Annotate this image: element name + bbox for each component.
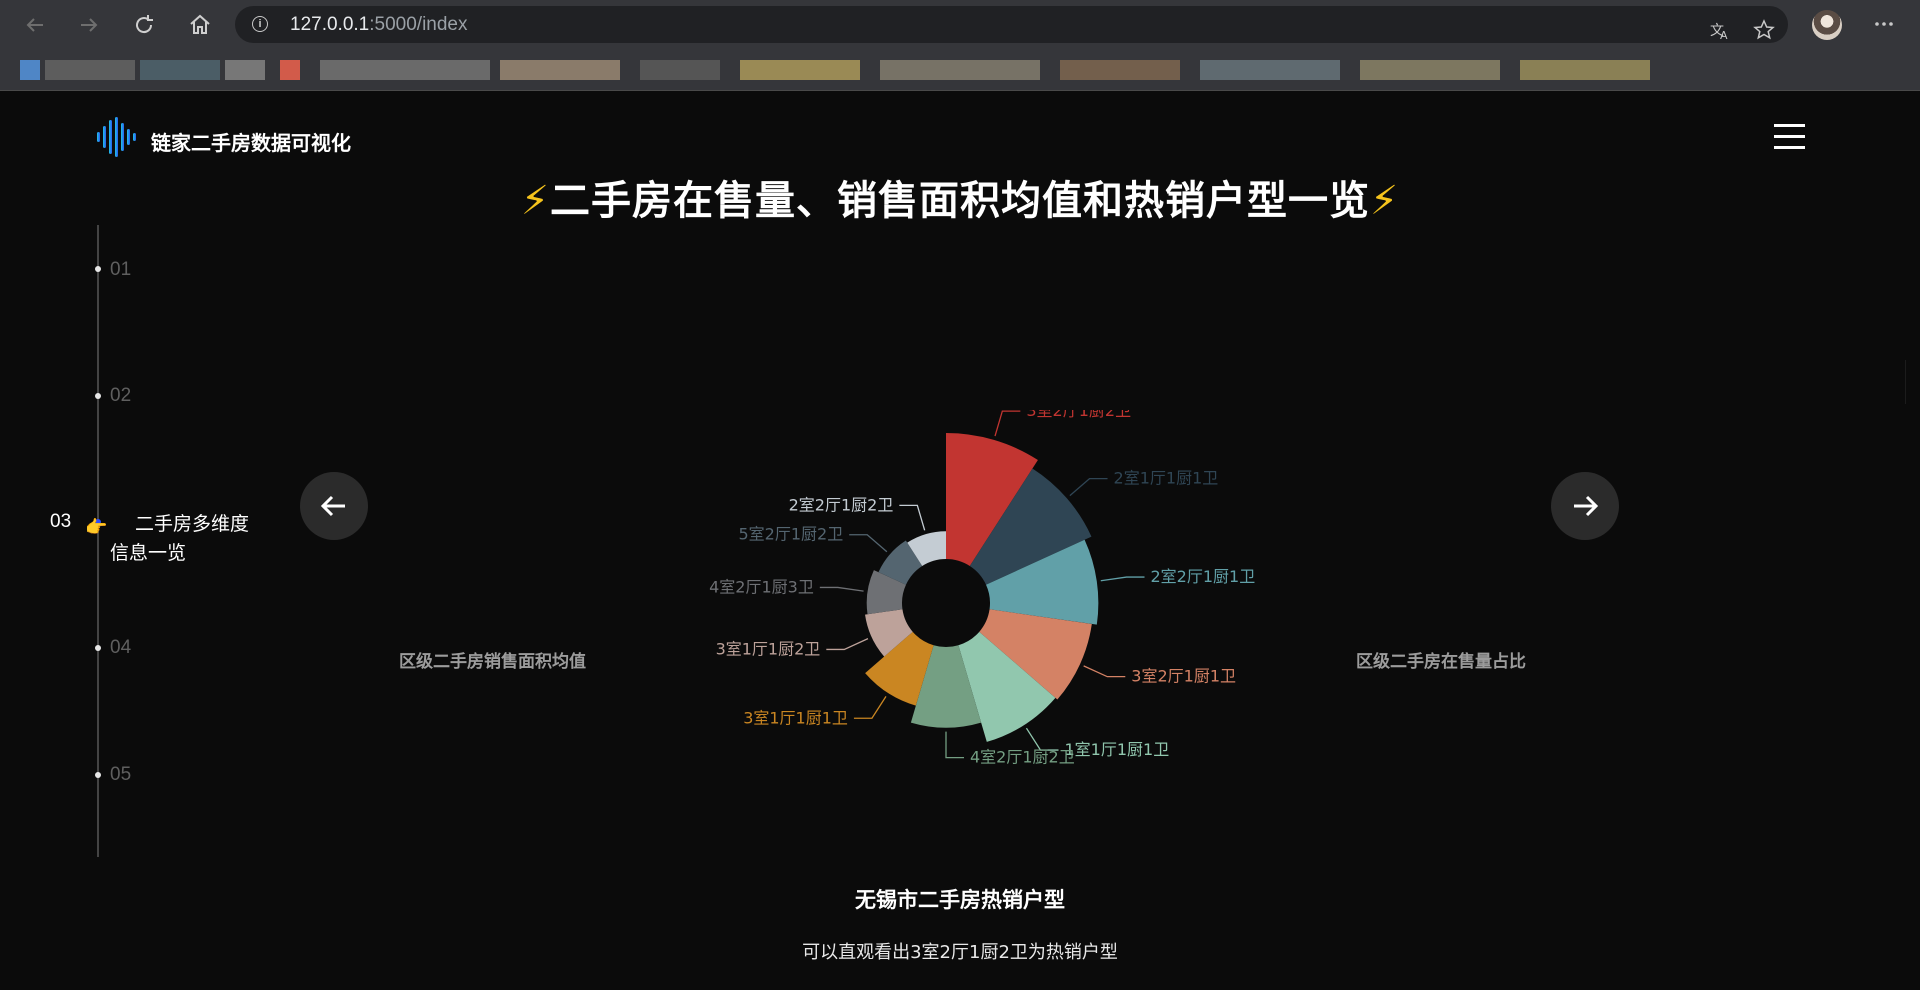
timeline-item-03[interactable]: 03 xyxy=(50,511,71,533)
next-slide-button[interactable] xyxy=(1551,472,1619,540)
bookmarks-bar xyxy=(0,50,1920,91)
address-bar[interactable]: i 127.0.0.1:5000/index 文A xyxy=(235,6,1788,43)
bookmark-item[interactable] xyxy=(1060,60,1180,80)
bookmark-item[interactable] xyxy=(500,60,620,80)
slice-label: 2室2厅1厨2卫 xyxy=(789,495,894,514)
timeline-caption-text: 二手房多维度信息一览 xyxy=(110,513,250,564)
forward-button[interactable] xyxy=(72,8,106,42)
label-leader-line xyxy=(826,638,869,651)
arrow-right-icon xyxy=(81,18,98,32)
browser-toolbar: i 127.0.0.1:5000/index 文A xyxy=(0,0,1920,50)
slice-label: 2室1厅1厨1卫 xyxy=(1114,469,1219,488)
bookmark-item[interactable] xyxy=(320,60,490,80)
section-title-text: 二手房在售量、销售面积均值和热销户型一览 xyxy=(550,178,1370,224)
label-leader-line xyxy=(853,696,887,719)
timeline-dot[interactable] xyxy=(95,772,101,778)
timeline-item-04[interactable]: 04 xyxy=(110,637,131,659)
arrow-left-icon xyxy=(26,18,43,32)
bookmark-item[interactable] xyxy=(640,60,720,80)
label-leader-line xyxy=(819,586,864,592)
prev-slide-button[interactable] xyxy=(300,472,368,540)
home-icon xyxy=(190,14,210,34)
label-leader-line xyxy=(849,534,888,553)
label-leader-line xyxy=(1100,576,1145,582)
sound-wave-icon xyxy=(97,117,136,157)
bookmark-item[interactable] xyxy=(280,60,300,80)
translate-icon[interactable]: 文A xyxy=(1704,14,1736,46)
reload-button[interactable] xyxy=(127,8,161,42)
label-leader-line xyxy=(994,410,1021,437)
ellipsis-icon[interactable] xyxy=(1868,8,1900,40)
url-text[interactable]: 127.0.0.1:5000/index xyxy=(290,14,468,36)
label-leader-line xyxy=(945,731,964,759)
label-leader-line xyxy=(899,504,926,531)
label-leader-line xyxy=(1083,665,1126,678)
timeline-item-02[interactable]: 02 xyxy=(110,385,131,407)
back-button[interactable] xyxy=(18,8,52,42)
svg-text:A: A xyxy=(1720,29,1728,41)
timeline-dot[interactable] xyxy=(95,393,101,399)
bookmark-item[interactable] xyxy=(740,60,860,80)
slice-label: 3室2厅1厨2卫 xyxy=(1026,410,1131,420)
home-button[interactable] xyxy=(183,8,217,42)
slice-label: 5室2厅1厨2卫 xyxy=(738,525,843,544)
slice-label: 3室2厅1厨1卫 xyxy=(1131,667,1236,686)
timeline-item-05[interactable]: 05 xyxy=(110,764,131,786)
url-path: :5000/index xyxy=(369,14,468,35)
bookmark-item[interactable] xyxy=(880,60,1040,80)
next-slide-label[interactable]: 区级二手房在售量占比 xyxy=(1356,647,1526,672)
timeline-dot[interactable] xyxy=(95,645,101,651)
scroll-indicator xyxy=(1905,360,1916,404)
timeline-item-01[interactable]: 01 xyxy=(110,259,131,281)
slice-label: 3室1厅1厨1卫 xyxy=(743,708,848,727)
section-title: ⚡二手房在售量、销售面积均值和热销户型一览⚡ xyxy=(0,168,1920,226)
slice-label: 4室2厅1厨2卫 xyxy=(970,748,1075,767)
timeline-caption[interactable]: 👉 二手房多维度信息一览 xyxy=(85,510,260,568)
info-icon[interactable]: i xyxy=(252,16,268,32)
slice-label: 4室2厅1厨3卫 xyxy=(709,577,814,596)
chart-subtitle: 可以直观看出3室2厅1厨2卫为热销户型 xyxy=(802,942,1118,963)
reload-icon xyxy=(136,15,153,34)
bookmark-item[interactable] xyxy=(20,60,40,80)
pointing-hand-icon: 👉 xyxy=(85,517,108,538)
lightning-icon: ⚡ xyxy=(520,178,550,224)
label-leader-line xyxy=(1069,477,1108,497)
chart-title: 无锡市二手房热销户型 xyxy=(855,888,1065,912)
bookmark-item[interactable] xyxy=(225,60,265,80)
site-title[interactable]: 链家二手房数据可视化 xyxy=(151,127,351,156)
hamburger-icon[interactable] xyxy=(1774,124,1805,150)
slice-label: 1室1厅1厨1卫 xyxy=(1065,740,1170,759)
avatar[interactable] xyxy=(1812,10,1842,40)
bookmark-item[interactable] xyxy=(140,60,220,80)
prev-slide-label[interactable]: 区级二手房销售面积均值 xyxy=(399,647,586,672)
star-icon[interactable] xyxy=(1748,14,1780,46)
lightning-icon: ⚡ xyxy=(1370,178,1400,224)
slice-label: 2室2厅1厨1卫 xyxy=(1151,567,1256,586)
url-host: 127.0.0.1 xyxy=(290,14,370,35)
bookmark-item[interactable] xyxy=(1520,60,1650,80)
timeline-dot[interactable] xyxy=(95,266,101,272)
bookmark-item[interactable] xyxy=(1360,60,1500,80)
arrow-left-icon xyxy=(320,495,345,517)
arrow-right-icon xyxy=(1574,495,1599,517)
slice-label: 3室1厅1厨2卫 xyxy=(716,639,821,658)
bookmark-item[interactable] xyxy=(45,60,135,80)
bookmark-item[interactable] xyxy=(1200,60,1340,80)
rose-chart: 3室2厅1厨2卫 2室1厅1厨1卫 2室2厅1厨1卫 3室2厅1厨1卫 1室1厅1厨1卫… xyxy=(709,410,1256,767)
